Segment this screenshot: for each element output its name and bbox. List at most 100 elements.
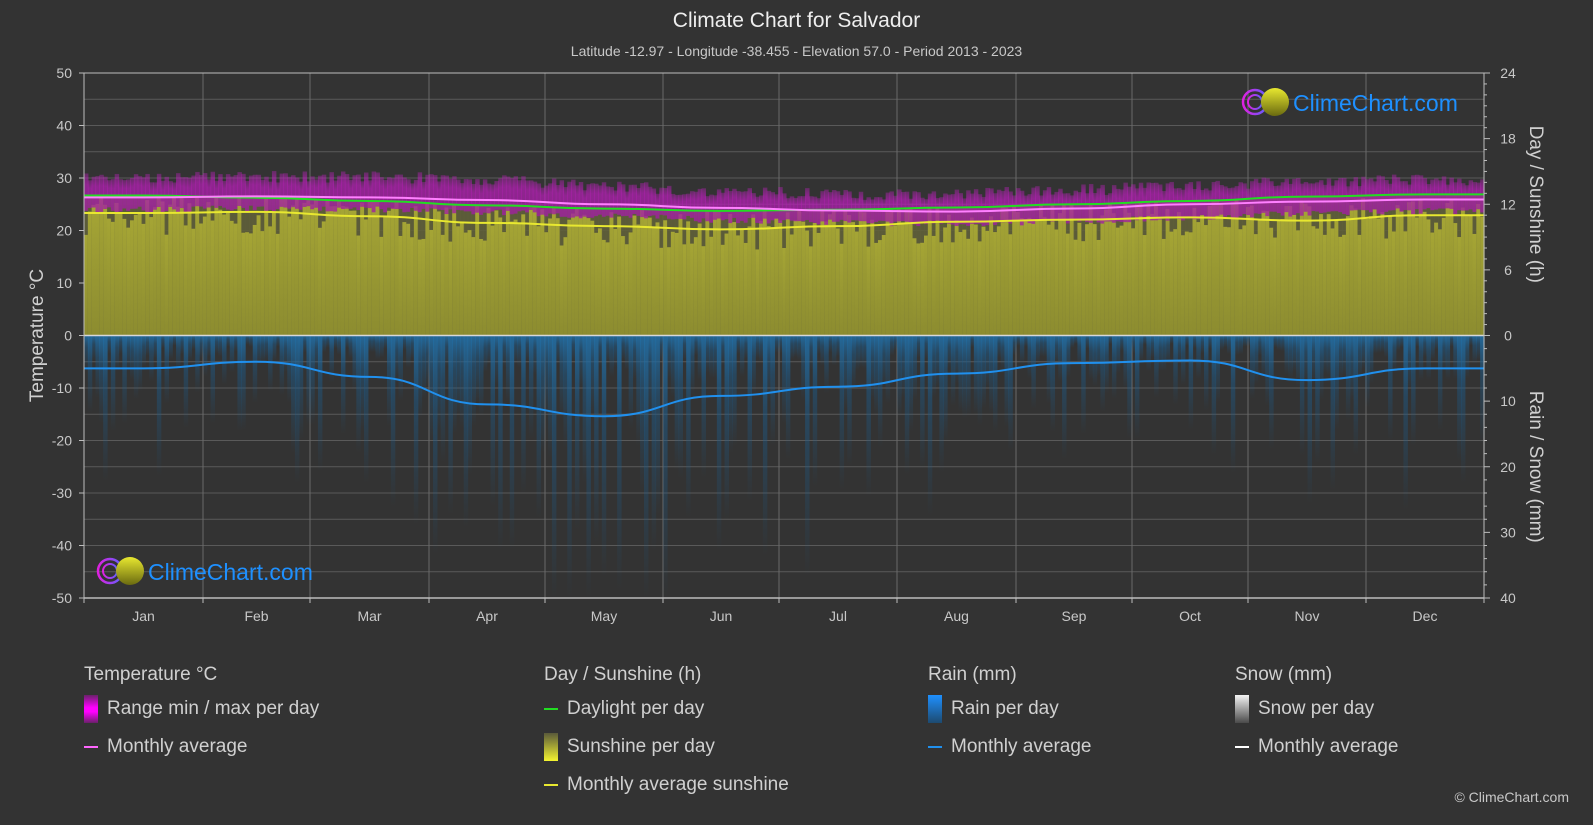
temp-range-bar: [904, 191, 910, 222]
temp-range-bar: [1353, 177, 1359, 211]
sunshine-bar: [279, 197, 285, 336]
rain-bar: [881, 335, 887, 388]
sunshine-bar: [900, 222, 906, 336]
sunshine-bar: [1307, 206, 1312, 336]
rain-bar: [463, 335, 469, 528]
sunshine-bar: [1085, 224, 1090, 336]
rain-bar: [544, 335, 549, 417]
legend-item-sunshine: Sunshine per day: [544, 728, 789, 766]
sunshine-bar: [1119, 225, 1125, 336]
sunshine-bar: [202, 216, 208, 336]
rain-bar: [667, 335, 672, 379]
temp-range-bar: [571, 179, 576, 218]
rain-bar: [793, 335, 799, 358]
sunshine-bar: [1319, 214, 1324, 336]
sunshine-bar: [636, 224, 641, 336]
rain-bar: [601, 335, 607, 577]
logo-ring-inner-icon: [102, 563, 118, 579]
sunshine-bar: [1215, 200, 1220, 336]
sunshine-bar: [421, 238, 426, 336]
rain-bar: [912, 335, 917, 400]
rain-bar: [739, 335, 745, 377]
rain-bar: [1353, 335, 1359, 455]
temp-range-bar: [1073, 190, 1079, 221]
temp-range-bar: [1361, 176, 1366, 211]
sunshine-bar: [95, 203, 100, 336]
rain-bar: [1334, 335, 1339, 430]
sunshine-bar: [862, 212, 868, 336]
temp-range-bar: [294, 177, 300, 209]
rain-bar: [720, 335, 726, 367]
sunshine-bar: [674, 232, 680, 336]
rain-bar: [241, 335, 246, 431]
sunshine-bar: [1460, 207, 1466, 336]
temp-range-bar: [977, 194, 983, 224]
temp-range-bar: [502, 175, 507, 216]
rain-bar: [1453, 335, 1458, 379]
sunshine-bar: [1437, 229, 1443, 336]
temp-range-bar: [486, 183, 492, 214]
sunshine-bar: [1012, 206, 1017, 336]
rain-bar: [605, 335, 611, 363]
rain-bar: [1119, 335, 1125, 351]
sunshine-bar: [329, 206, 334, 336]
sunshine-bar: [659, 247, 664, 336]
rain-bar: [1238, 335, 1243, 355]
rain-bar: [747, 335, 752, 502]
rain-bar: [233, 335, 239, 352]
left-tick-label: 30: [56, 170, 72, 186]
sunshine-bar: [260, 231, 265, 336]
rain-bar: [1276, 335, 1282, 351]
rain-bar: [206, 335, 212, 357]
logo-sun-icon: [116, 557, 144, 585]
sunshine-bar: [1453, 223, 1458, 336]
sunshine-bar: [1200, 214, 1205, 336]
temp-range-bar: [782, 193, 787, 221]
rain-bar: [620, 335, 626, 360]
rain-bar: [632, 335, 637, 379]
temp-range-bar: [264, 176, 269, 211]
sunshine-bar: [709, 236, 714, 336]
rain-bar: [1299, 335, 1305, 456]
temp-range-bar: [340, 171, 346, 209]
rain-bar: [126, 335, 131, 371]
rain-bar: [1434, 335, 1439, 350]
rain-bar: [755, 335, 760, 359]
rain-bar: [248, 335, 254, 347]
right-tick-label: 10: [1500, 393, 1516, 409]
sunshine-bar: [287, 216, 292, 336]
rain-bar: [613, 335, 618, 368]
sunshine-bar: [532, 206, 538, 336]
legend-item-snow-avg: Monthly average: [1235, 728, 1398, 766]
sunshine-bar: [1050, 204, 1056, 336]
temp-range-bar: [176, 173, 181, 213]
rain-bar: [678, 335, 683, 479]
rain-bar: [467, 335, 472, 475]
sunshine-bar: [801, 221, 806, 336]
rain-bar: [897, 335, 902, 418]
rain-bar: [1215, 335, 1220, 403]
rain-bar: [168, 335, 173, 360]
rain-bar: [916, 335, 921, 358]
left-tick-label: 20: [56, 223, 72, 239]
sunshine-bar: [502, 232, 507, 336]
sunshine-bar: [1407, 202, 1412, 336]
legend-item-temp-range: Range min / max per day: [84, 690, 319, 728]
rain-bar: [870, 335, 875, 401]
temp-range-bar: [1391, 174, 1397, 211]
right-tick-label: 0: [1504, 328, 1512, 344]
sunshine-bar: [793, 220, 799, 336]
rain-bar: [356, 335, 361, 453]
temp-range-bar: [1326, 178, 1332, 212]
rain-bar: [459, 335, 465, 428]
rain-bar: [103, 335, 108, 482]
rain-bar: [1165, 335, 1171, 363]
rain-bar: [199, 335, 204, 359]
rain-bar: [137, 335, 143, 392]
sunshine-bar: [486, 207, 492, 336]
temp-range-bar: [333, 180, 338, 212]
sunshine-bar: [241, 232, 246, 336]
rain-bar: [1250, 335, 1255, 399]
data-areas: [84, 171, 1485, 598]
sunshine-swatch: [544, 733, 558, 761]
